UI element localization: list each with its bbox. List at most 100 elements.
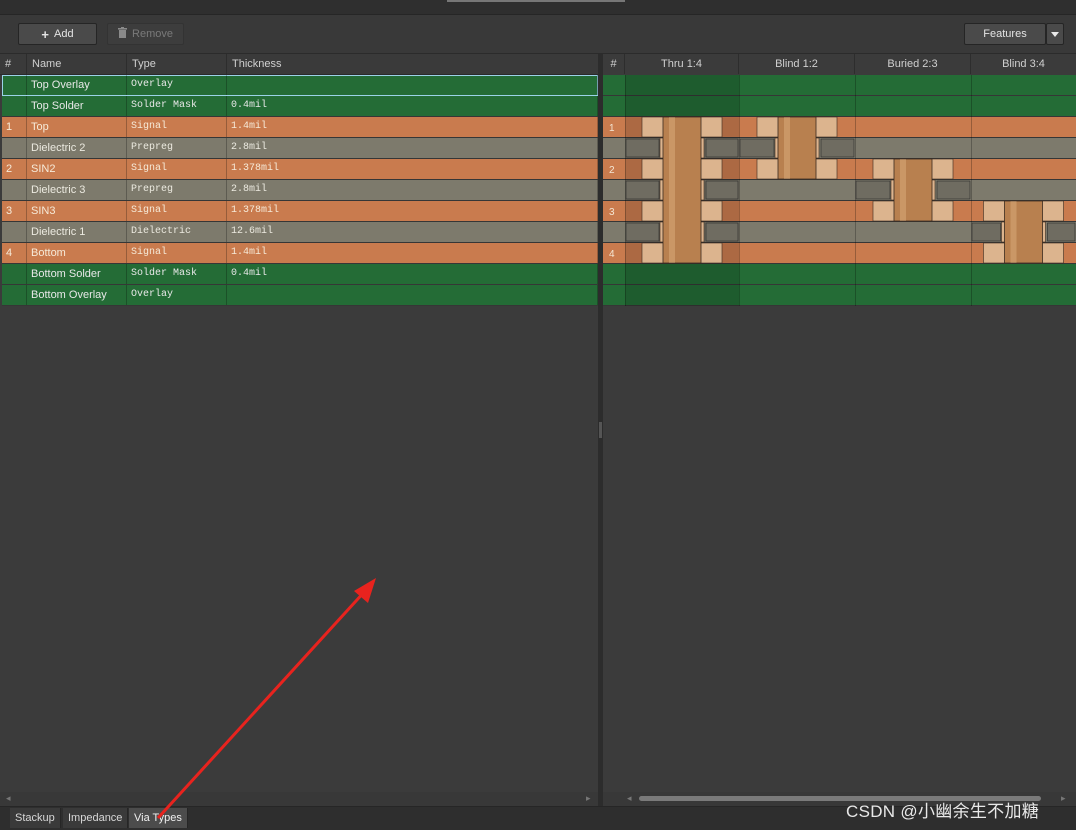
via-dielectric-segment <box>855 180 891 200</box>
horizontal-scrollbar-left[interactable]: ◂ ▸ <box>0 792 598 806</box>
features-dropdown-button[interactable] <box>1046 23 1064 45</box>
via-barrel <box>777 116 817 180</box>
layer-name[interactable]: Top <box>27 117 127 137</box>
table-row[interactable]: Dielectric 3 Prepreg 2.8mil <box>2 180 598 201</box>
plus-icon: + <box>41 26 49 42</box>
scroll-right-icon[interactable]: ▸ <box>586 793 591 804</box>
via-dielectric-segment <box>625 138 660 158</box>
via-dielectric-segment <box>739 138 775 158</box>
row-number[interactable] <box>2 180 27 200</box>
table-row[interactable]: Top Overlay Overlay <box>2 75 598 96</box>
layer-name[interactable]: Bottom Solder <box>27 264 127 284</box>
tab-impedance[interactable]: Impedance <box>63 808 129 828</box>
via-dielectric-segment <box>705 222 739 242</box>
table-row[interactable]: 3 SIN3 Signal 1.378mil <box>2 201 598 222</box>
layer-name[interactable]: Dielectric 2 <box>27 138 127 158</box>
scroll-right-icon[interactable]: ▸ <box>1061 793 1066 804</box>
layer-name[interactable]: Bottom <box>27 243 127 263</box>
layer-name[interactable]: SIN2 <box>27 159 127 179</box>
layer-thickness[interactable]: 12.6mil <box>227 222 598 242</box>
table-row[interactable]: Bottom Overlay Overlay <box>2 285 598 306</box>
row-number[interactable] <box>2 138 27 158</box>
column-header-type[interactable]: Type <box>127 54 227 74</box>
layer-name[interactable]: Top Solder <box>27 96 127 116</box>
layer-type[interactable]: Dielectric <box>127 222 227 242</box>
layer-type[interactable]: Solder Mask <box>127 96 227 116</box>
scroll-left-icon[interactable]: ◂ <box>627 793 632 804</box>
tab-via-types[interactable]: Via Types <box>129 808 188 828</box>
table-row[interactable]: 1 Top Signal 1.4mil <box>2 117 598 138</box>
layer-thickness[interactable]: 1.378mil <box>227 201 598 221</box>
via-barrel <box>662 116 702 264</box>
watermark-text: CSDN @小幽余生不加糖 <box>846 802 1040 821</box>
via-layer-number: 3 <box>609 207 615 218</box>
via-dielectric-segment <box>936 180 971 200</box>
window-top-strip <box>0 0 1076 15</box>
via-barrel-shine <box>900 159 906 221</box>
layer-name[interactable]: Dielectric 3 <box>27 180 127 200</box>
table-row[interactable]: Dielectric 2 Prepreg 2.8mil <box>2 138 598 159</box>
row-number[interactable]: 3 <box>2 201 27 221</box>
via-dielectric-segment <box>625 222 660 242</box>
layer-thickness[interactable]: 1.378mil <box>227 159 598 179</box>
layer-thickness[interactable]: 0.4mil <box>227 264 598 284</box>
row-number[interactable] <box>2 264 27 284</box>
via-column-header-thru-1-4[interactable]: Thru 1:4 <box>625 54 739 74</box>
layer-type[interactable]: Signal <box>127 201 227 221</box>
layer-type[interactable]: Overlay <box>127 285 227 305</box>
table-row[interactable]: Dielectric 1 Dielectric 12.6mil <box>2 222 598 243</box>
column-header-thickness[interactable]: Thickness <box>227 54 598 74</box>
features-button[interactable]: Features <box>964 23 1046 45</box>
via-column-header-blind-3-4[interactable]: Blind 3:4 <box>971 54 1076 74</box>
layer-thickness[interactable]: 2.8mil <box>227 180 598 200</box>
layer-name[interactable]: Bottom Overlay <box>27 285 127 305</box>
splitter-grip[interactable] <box>599 422 602 438</box>
layer-thickness[interactable]: 0.4mil <box>227 96 598 116</box>
via-barrel <box>1004 200 1043 264</box>
remove-button[interactable]: Remove <box>107 23 184 45</box>
scroll-left-icon[interactable]: ◂ <box>6 793 11 804</box>
layer-stack-table: # Name Type Thickness Top Overlay Overlay… <box>0 54 598 806</box>
layer-type[interactable]: Signal <box>127 159 227 179</box>
via-column-header-blind-1-2[interactable]: Blind 1:2 <box>739 54 855 74</box>
layer-thickness[interactable]: 2.8mil <box>227 138 598 158</box>
row-number[interactable] <box>2 96 27 116</box>
table-row[interactable]: Top Solder Solder Mask 0.4mil <box>2 96 598 117</box>
layer-thickness[interactable] <box>227 75 598 95</box>
row-number[interactable]: 1 <box>2 117 27 137</box>
via-layer-number: 4 <box>609 249 615 260</box>
layer-type[interactable]: Prepreg <box>127 180 227 200</box>
layer-type[interactable]: Overlay <box>127 75 227 95</box>
document-tab-indicator <box>447 0 625 2</box>
table-header: # Name Type Thickness <box>0 54 598 75</box>
tab-stackup[interactable]: Stackup <box>10 808 61 828</box>
column-header-number[interactable]: # <box>0 54 27 74</box>
row-number[interactable]: 2 <box>2 159 27 179</box>
via-column-divider <box>739 75 740 306</box>
via-cross-section: 1 2 3 4 <box>603 75 1076 306</box>
layer-thickness[interactable]: 1.4mil <box>227 243 598 263</box>
layer-type[interactable]: Signal <box>127 243 227 263</box>
layer-name[interactable]: Dielectric 1 <box>27 222 127 242</box>
layer-name[interactable]: SIN3 <box>27 201 127 221</box>
column-header-name[interactable]: Name <box>27 54 127 74</box>
features-button-label: Features <box>983 28 1027 40</box>
layer-thickness[interactable] <box>227 285 598 305</box>
layer-name[interactable]: Top Overlay <box>27 75 127 95</box>
row-number[interactable] <box>2 285 27 305</box>
table-row[interactable]: 4 Bottom Signal 1.4mil <box>2 243 598 264</box>
via-column-header-buried-2-3[interactable]: Buried 2:3 <box>855 54 971 74</box>
via-barrel-shine <box>669 117 675 263</box>
row-number[interactable] <box>2 222 27 242</box>
layer-type[interactable]: Prepreg <box>127 138 227 158</box>
row-number[interactable] <box>2 75 27 95</box>
row-number[interactable]: 4 <box>2 243 27 263</box>
layer-thickness[interactable]: 1.4mil <box>227 117 598 137</box>
layer-type[interactable]: Solder Mask <box>127 264 227 284</box>
table-row[interactable]: 2 SIN2 Signal 1.378mil <box>2 159 598 180</box>
add-button[interactable]: + Add <box>18 23 97 45</box>
chevron-down-icon <box>1051 31 1059 37</box>
table-row[interactable]: Bottom Solder Solder Mask 0.4mil <box>2 264 598 285</box>
layer-type[interactable]: Signal <box>127 117 227 137</box>
via-layer-number: 2 <box>609 165 615 176</box>
